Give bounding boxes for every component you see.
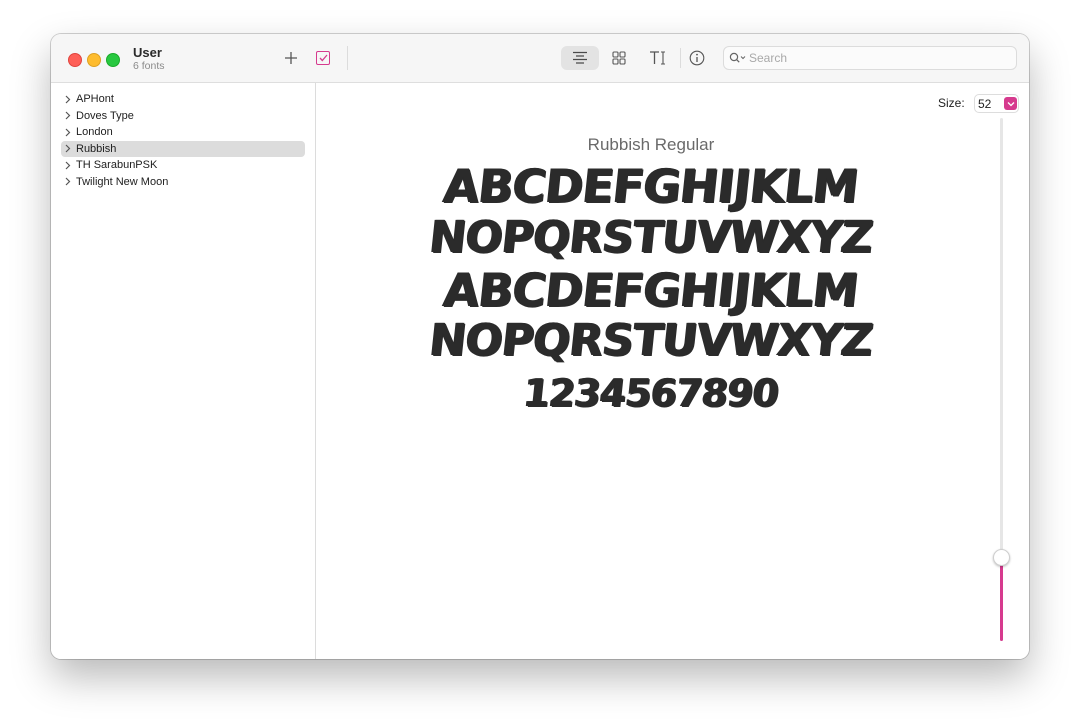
sidebar-item-london[interactable]: London [61,124,305,140]
chevron-right-icon[interactable] [61,95,75,104]
font-name-heading: Rubbish Regular [587,135,715,154]
checkbox-icon [316,51,330,65]
search-icon [729,51,747,65]
grid-view-button[interactable] [607,46,631,70]
text-size-button[interactable] [645,46,671,70]
size-label: Size: [938,96,965,110]
sidebar-item-label: APHont [76,93,114,105]
sample-uppercase-line-2: NOPQRSTUVWXYZ [427,212,875,263]
sidebar-item-rubbish[interactable]: Rubbish [61,140,305,157]
sample-lowercase-line-1: ABCDEFGHIJKLM [441,263,861,317]
toolbar-divider-2 [680,48,681,68]
window-title: User [133,45,162,60]
size-value[interactable]: 52 [978,97,991,111]
plus-icon [285,52,297,64]
grid-icon [612,51,626,65]
info-icon [689,50,705,66]
sample-view-button[interactable] [561,46,599,70]
validate-font-button[interactable] [314,46,332,70]
title-bar: User 6 fonts [51,34,1029,83]
font-collection-sidebar: APHont Doves Type London Rubbish TH Sara… [51,83,316,659]
align-center-icon [573,51,587,64]
sample-uppercase-line-1: ABCDEFGHIJKLM [441,159,861,213]
close-window-button[interactable] [68,53,82,67]
sidebar-item-label: Rubbish [76,142,117,155]
sidebar-item-doves-type[interactable]: Doves Type [61,108,305,124]
sidebar-item-twilight-new-moon[interactable]: Twilight New Moon [61,174,305,190]
sidebar-item-label: Twilight New Moon [76,175,169,188]
chevron-down-icon[interactable] [1004,97,1017,110]
sidebar-item-th-sarabunpsk[interactable]: TH SarabunPSK [61,157,305,173]
toolbar-divider [347,46,348,70]
chevron-right-icon[interactable] [61,161,75,170]
text-size-icon [650,51,665,65]
minimize-window-button[interactable] [87,53,101,67]
chevron-right-icon[interactable] [61,144,75,153]
sidebar-item-aphont[interactable]: APHont [61,91,305,107]
size-combobox[interactable]: 52 [974,94,1019,113]
font-info-button[interactable] [685,46,709,70]
size-slider-thumb[interactable] [993,549,1010,566]
sample-lowercase-line-2: NOPQRSTUVWXYZ [427,315,875,366]
chevron-right-icon[interactable] [61,111,75,120]
search-field[interactable] [723,46,1017,70]
font-book-window: User 6 fonts Search APHont Doves Type Lo… [51,34,1029,659]
size-slider-fill [1000,557,1003,641]
chevron-right-icon[interactable] [61,128,75,137]
sidebar-item-label: Doves Type [76,109,134,122]
chevron-right-icon[interactable] [61,177,75,186]
sidebar-item-label: London [76,126,113,138]
sidebar-item-label: TH SarabunPSK [76,159,158,171]
zoom-window-button[interactable] [106,53,120,67]
window-subtitle: 6 fonts [133,60,165,72]
sample-digits-line: 1234567890 [521,371,781,415]
search-input[interactable] [747,51,989,65]
add-font-button[interactable] [280,46,302,70]
font-preview-pane: Size: 52 Rubbish Regular ABCDEFGHIJKLM N… [316,83,1029,659]
